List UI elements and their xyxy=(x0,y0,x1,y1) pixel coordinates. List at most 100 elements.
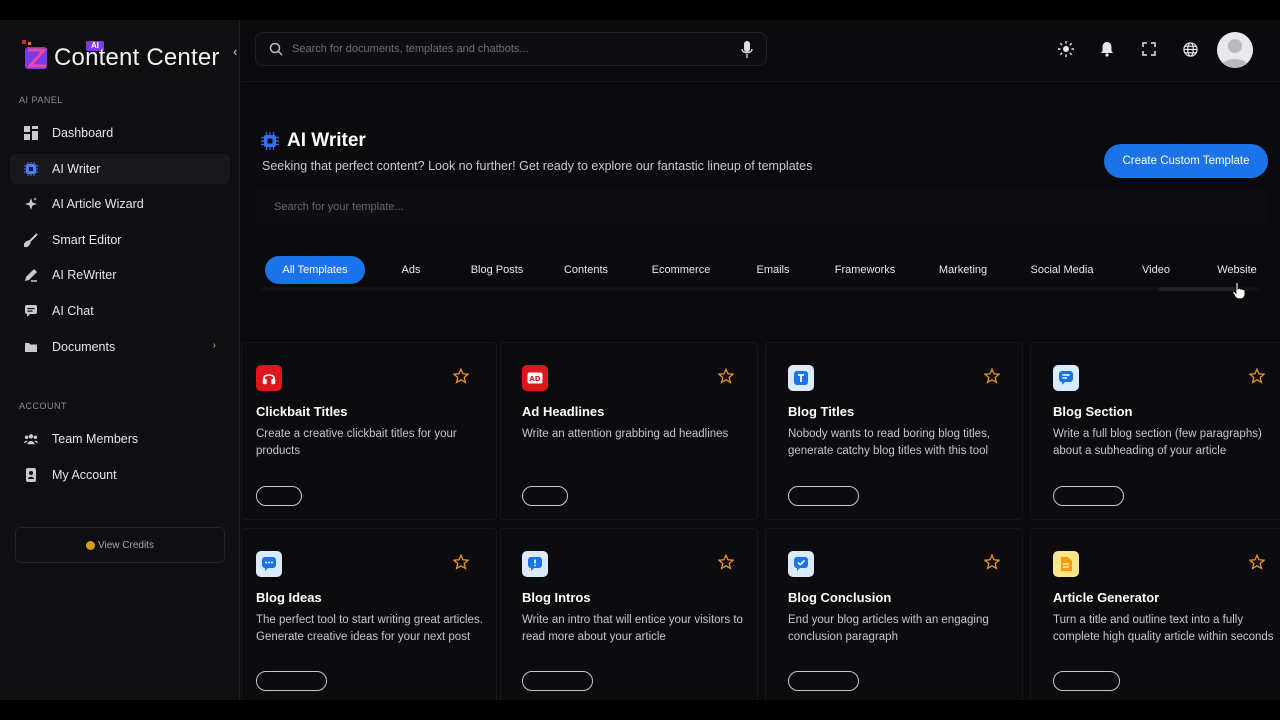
template-card-title: Clickbait Titles xyxy=(256,404,348,419)
template-card-action-button[interactable] xyxy=(256,486,302,506)
sidebar-item-label: AI ReWriter xyxy=(52,268,117,282)
tab-frameworks[interactable]: Frameworks xyxy=(828,256,902,284)
template-card-description: Write an attention grabbing ad headlines xyxy=(522,428,729,440)
tab-ads[interactable]: Ads xyxy=(388,256,434,284)
chevron-right-icon: › xyxy=(212,340,216,351)
global-search-input[interactable]: Search for documents, templates and chat… xyxy=(255,32,767,66)
main-content: AI Writer Seeking that perfect content? … xyxy=(241,82,1280,700)
template-card-title: Blog Intros xyxy=(522,590,591,605)
template-card-action-button[interactable] xyxy=(1053,671,1120,691)
sidebar-item-ai-rewriter[interactable]: AI ReWriter xyxy=(10,260,230,290)
language-globe-icon[interactable] xyxy=(1181,40,1199,58)
sidebar-item-ai-article-wizard[interactable]: AI Article Wizard xyxy=(10,189,230,219)
template-card-blog-ideas[interactable]: Blog Ideas The perfect tool to start wri… xyxy=(241,528,497,700)
sidebar-item-ai-writer[interactable]: AI Writer xyxy=(10,154,230,184)
template-card-article-generator[interactable]: Article Generator Turn a title and outli… xyxy=(1030,528,1280,700)
favorite-star-icon[interactable] xyxy=(718,554,734,570)
favorite-star-icon[interactable] xyxy=(984,554,1000,570)
chat-icon xyxy=(24,304,38,318)
chip-icon xyxy=(24,162,38,176)
filter-tabs-scroll-thumb[interactable] xyxy=(1159,287,1239,291)
template-card-description: Turn a title and outline text into a ful… xyxy=(1053,614,1274,643)
template-card-blog-section[interactable]: Blog Section Write a full blog section (… xyxy=(1030,342,1280,520)
coin-icon xyxy=(86,540,96,550)
microphone-icon[interactable] xyxy=(741,41,753,59)
logo[interactable]: AI Content Center xyxy=(14,34,234,78)
template-card-description: Create a creative clickbait titles for y… xyxy=(256,428,457,457)
theme-toggle-sun-icon[interactable] xyxy=(1057,40,1075,58)
screen-border-bottom xyxy=(0,700,1280,720)
favorite-star-icon[interactable] xyxy=(984,368,1000,384)
alert-icon xyxy=(522,551,548,577)
template-card-title: Ad Headlines xyxy=(522,404,605,419)
sidebar-item-label: Dashboard xyxy=(52,126,114,140)
sidebar-item-my-account[interactable]: My Account xyxy=(10,460,230,490)
message-icon xyxy=(1053,365,1079,391)
sidebar-item-dashboard[interactable]: Dashboard xyxy=(10,118,230,148)
template-search-placeholder: Search for your template... xyxy=(274,201,404,213)
view-credits-label: View Credits xyxy=(98,539,154,551)
favorite-star-icon[interactable] xyxy=(453,368,469,384)
sidebar-item-label: Smart Editor xyxy=(52,233,122,247)
global-search-placeholder: Search for documents, templates and chat… xyxy=(292,43,529,55)
svg-text:AD: AD xyxy=(529,375,540,383)
sidebar-item-team-members[interactable]: Team Members xyxy=(10,424,230,454)
favorite-star-icon[interactable] xyxy=(1249,554,1265,570)
tab-all-templates[interactable]: All Templates xyxy=(265,256,365,284)
text-icon xyxy=(788,365,814,391)
tab-video[interactable]: Video xyxy=(1135,256,1177,284)
brush-icon xyxy=(24,233,38,247)
template-card-description: The perfect tool to start writing great … xyxy=(256,614,483,643)
topbar: Search for documents, templates and chat… xyxy=(241,20,1280,82)
dashboard-icon xyxy=(24,126,38,140)
create-custom-template-button[interactable]: Create Custom Template xyxy=(1104,144,1268,178)
view-credits-button[interactable]: View Credits xyxy=(15,527,225,563)
user-avatar[interactable] xyxy=(1217,32,1253,68)
sidebar-item-label: My Account xyxy=(52,468,117,482)
template-card-blog-titles[interactable]: Blog Titles Nobody wants to read boring … xyxy=(765,342,1023,520)
favorite-star-icon[interactable] xyxy=(1249,368,1265,384)
tab-social-media[interactable]: Social Media xyxy=(1024,256,1100,284)
team-icon xyxy=(24,432,38,446)
template-cards-grid: Clickbait Titles Create a creative click… xyxy=(241,342,1280,700)
sidebar-item-label: AI Writer xyxy=(52,162,101,176)
template-card-action-button[interactable] xyxy=(1053,486,1124,506)
section-label-account: ACCOUNT xyxy=(19,401,67,411)
logo-text: Content Center xyxy=(54,44,220,71)
sidebar-item-documents[interactable]: Documents › xyxy=(10,332,230,362)
screen-border-top xyxy=(0,0,1280,20)
tab-ecommerce[interactable]: Ecommerce xyxy=(645,256,717,284)
template-card-action-button[interactable] xyxy=(788,486,859,506)
notifications-bell-icon[interactable] xyxy=(1098,40,1116,58)
template-card-clickbait-titles[interactable]: Clickbait Titles Create a creative click… xyxy=(241,342,497,520)
sidebar-item-label: AI Chat xyxy=(52,304,94,318)
sidebar-item-label: Documents xyxy=(52,340,116,354)
template-card-action-button[interactable] xyxy=(522,486,568,506)
headphones-icon xyxy=(256,365,282,391)
template-card-action-button[interactable] xyxy=(788,671,859,691)
template-card-ad-headlines[interactable]: AD Ad Headlines Write an attention grabb… xyxy=(500,342,758,520)
template-filter-tabs: All Templates Ads Blog Posts Contents Ec… xyxy=(259,256,1269,286)
tab-emails[interactable]: Emails xyxy=(750,256,796,284)
sidebar: AI Content Center ‹ AI PANEL Dashboard A… xyxy=(0,20,240,700)
template-card-description: Write a full blog section (few paragraph… xyxy=(1053,428,1262,457)
tab-blog-posts[interactable]: Blog Posts xyxy=(464,256,530,284)
tab-marketing[interactable]: Marketing xyxy=(932,256,994,284)
template-card-blog-conclusion[interactable]: Blog Conclusion End your blog articles w… xyxy=(765,528,1023,700)
template-card-action-button[interactable] xyxy=(522,671,593,691)
sidebar-item-label: AI Article Wizard xyxy=(52,197,144,211)
template-card-action-button[interactable] xyxy=(256,671,327,691)
template-card-blog-intros[interactable]: Blog Intros Write an intro that will ent… xyxy=(500,528,758,700)
tab-website[interactable]: Website xyxy=(1211,256,1263,284)
account-icon xyxy=(24,468,38,482)
sidebar-item-smart-editor[interactable]: Smart Editor xyxy=(10,225,230,255)
favorite-star-icon[interactable] xyxy=(718,368,734,384)
fullscreen-icon[interactable] xyxy=(1140,40,1158,58)
favorite-star-icon[interactable] xyxy=(453,554,469,570)
filter-tabs-scrollbar[interactable] xyxy=(259,287,1259,291)
collapse-sidebar-button[interactable]: ‹ xyxy=(233,44,237,59)
template-card-description: Nobody wants to read boring blog titles,… xyxy=(788,428,991,457)
sidebar-item-ai-chat[interactable]: AI Chat xyxy=(10,296,230,326)
template-search-input[interactable]: Search for your template... xyxy=(255,189,1268,225)
tab-contents[interactable]: Contents xyxy=(558,256,614,284)
